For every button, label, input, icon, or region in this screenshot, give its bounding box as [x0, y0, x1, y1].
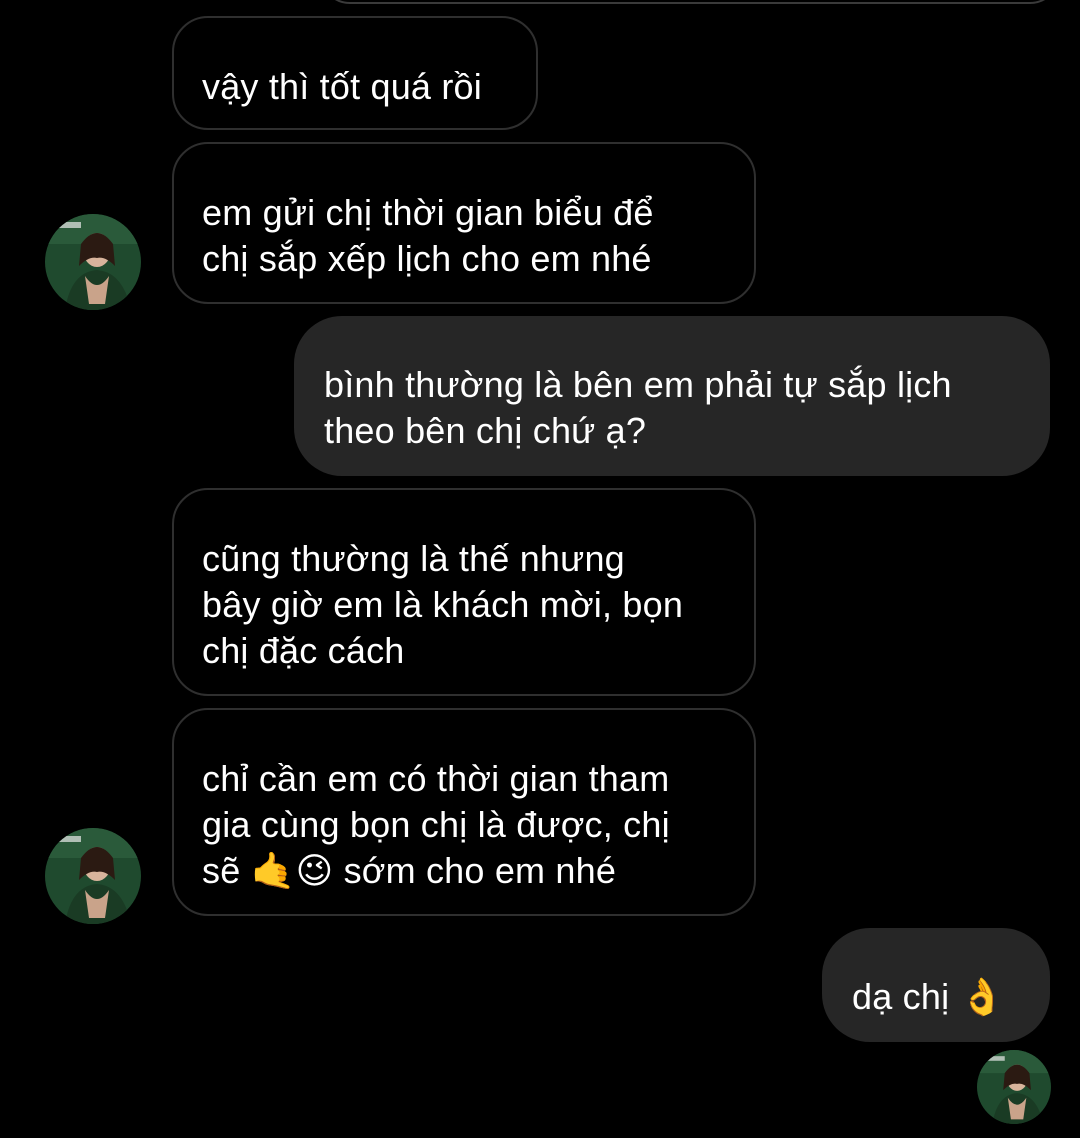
message-text: em gửi chị thời gian biểu để chị sắp xếp…: [202, 192, 654, 279]
message-text: dạ chị 👌: [852, 976, 1005, 1017]
message-text: cũng thường là thế nhưng bây giờ em là k…: [202, 538, 684, 671]
message-bubble-outgoing[interactable]: dạ chị 👌: [822, 928, 1050, 1042]
avatar-photo-icon: [45, 828, 141, 924]
read-receipt-avatar: [977, 1050, 1051, 1124]
avatar-photo-icon: [977, 1050, 1051, 1124]
sender-avatar[interactable]: [45, 214, 141, 310]
message-bubble-incoming[interactable]: cũng thường là thế nhưng bây giờ em là k…: [172, 488, 756, 696]
message-bubble-incoming[interactable]: chỉ cần em có thời gian tham gia cùng bọ…: [172, 708, 756, 916]
message-bubble-incoming[interactable]: vậy thì tốt quá rồi: [172, 16, 538, 130]
sender-avatar[interactable]: [45, 828, 141, 924]
message-text: vậy thì tốt quá rồi: [202, 66, 482, 107]
message-bubble-outgoing[interactable]: bình thường là bên em phải tự sắp lịch t…: [294, 316, 1050, 476]
message-text: chỉ cần em có thời gian tham gia cùng bọ…: [202, 758, 670, 891]
previous-message-bubble-edge: [320, 0, 1060, 4]
message-bubble-incoming[interactable]: em gửi chị thời gian biểu để chị sắp xếp…: [172, 142, 756, 304]
message-text: bình thường là bên em phải tự sắp lịch t…: [324, 364, 952, 451]
avatar-photo-icon: [45, 214, 141, 310]
